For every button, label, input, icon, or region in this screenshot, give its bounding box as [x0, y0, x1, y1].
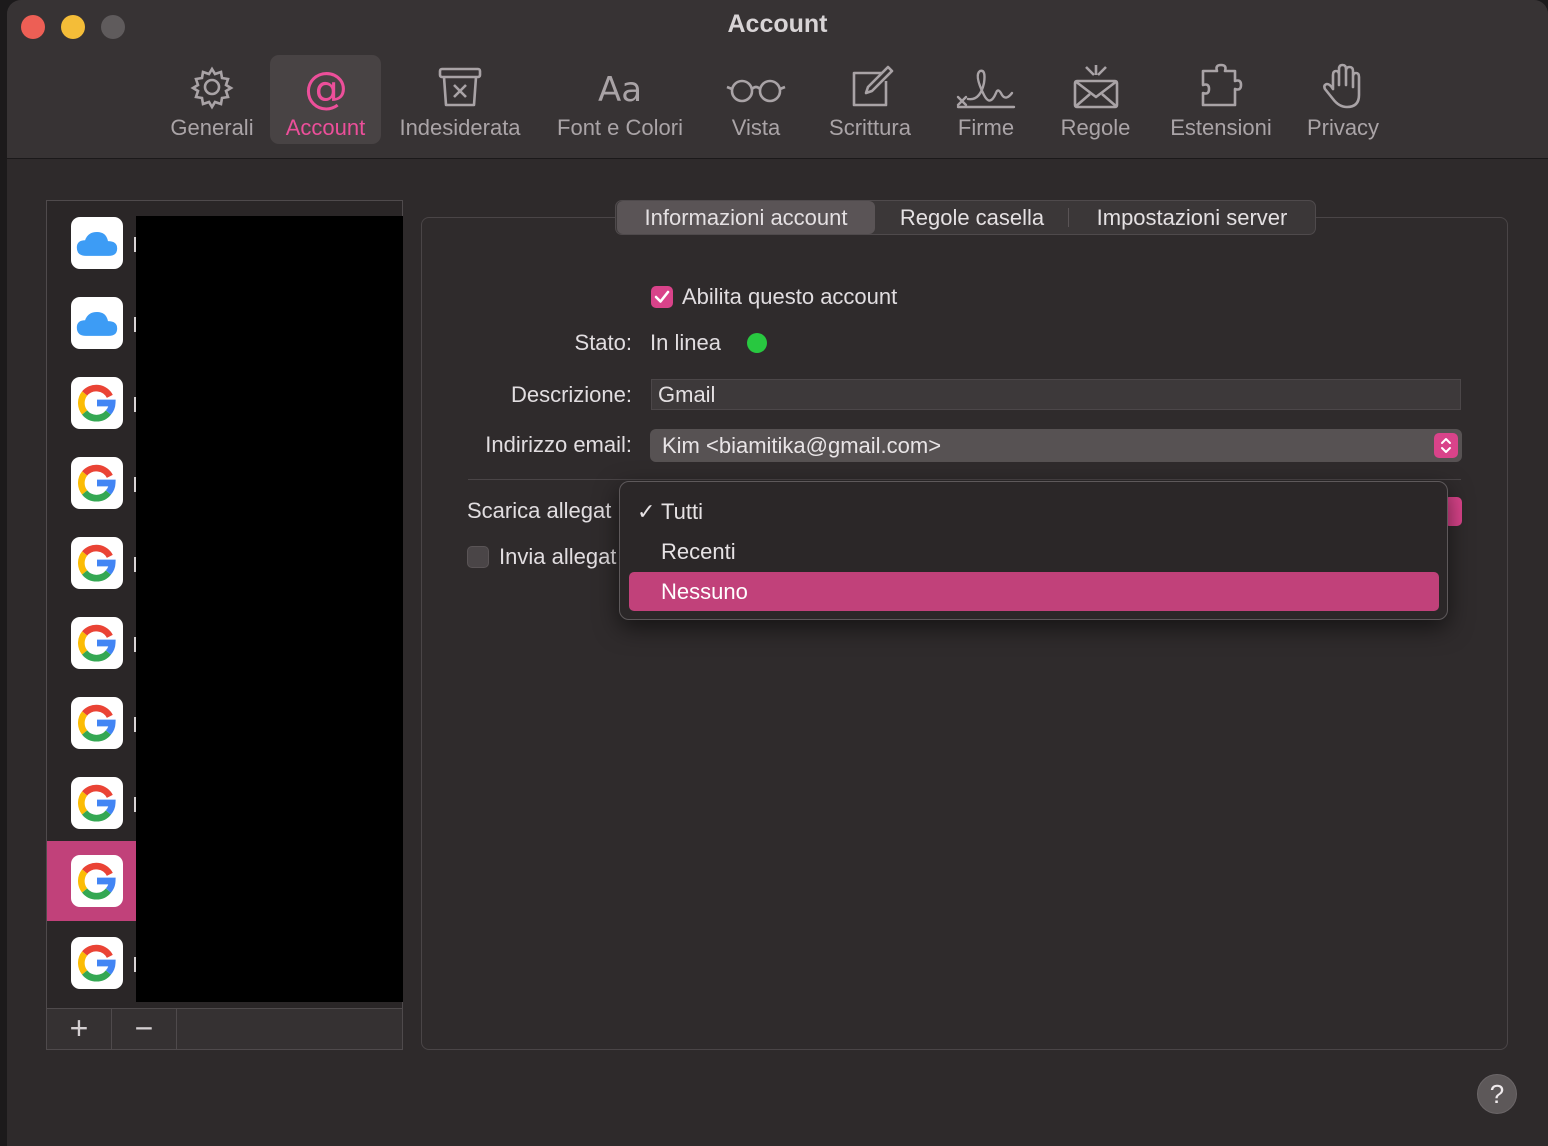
- toolbar-item-firme[interactable]: Firme: [946, 55, 1026, 144]
- toolbar: Account Generali @ Account Indesiderata …: [7, 0, 1548, 159]
- toolbar-item-estensioni[interactable]: Estensioni: [1161, 55, 1281, 144]
- add-account-button[interactable]: +: [47, 1009, 112, 1049]
- toolbar-item-generali[interactable]: Generali: [162, 55, 262, 144]
- compose-pencil-icon: [852, 65, 894, 107]
- envelope-rules-icon: [1073, 65, 1118, 109]
- icloud-icon: [71, 297, 123, 349]
- google-icon: [71, 697, 123, 749]
- updown-arrows-icon: [1434, 433, 1458, 458]
- remove-account-button[interactable]: −: [112, 1009, 177, 1049]
- junk-bin-icon: [438, 67, 482, 107]
- toolbar-label: Account: [285, 115, 366, 140]
- toolbar-label: Vista: [731, 115, 781, 140]
- toolbar-label: Indesiderata: [399, 115, 521, 140]
- toolbar-item-account[interactable]: @ Account: [270, 55, 381, 144]
- enable-account-checkbox[interactable]: [651, 286, 673, 308]
- settings-tabs: Informazioni account Regole casella Impo…: [615, 200, 1316, 235]
- gear-icon: [190, 66, 234, 110]
- toolbar-item-regole[interactable]: Regole: [1053, 55, 1138, 144]
- toolbar-item-scrittura[interactable]: Scrittura: [821, 55, 919, 144]
- text-aa-icon: Aa: [598, 70, 642, 110]
- email-popup-value: Kim <biamitika@gmail.com>: [662, 433, 942, 458]
- toolbar-label: Privacy: [1306, 115, 1380, 140]
- toolbar-label: Generali: [170, 115, 254, 140]
- email-popup[interactable]: Kim <biamitika@gmail.com>: [650, 429, 1462, 462]
- svg-text:Aa: Aa: [598, 70, 642, 110]
- description-field[interactable]: Gmail: [651, 379, 1461, 410]
- at-sign-icon: @: [304, 63, 348, 111]
- toolbar-item-indesiderata[interactable]: Indesiderata: [393, 55, 527, 144]
- menu-item-label: Recenti: [661, 539, 736, 564]
- tab-regole-casella[interactable]: Regole casella: [878, 201, 1066, 234]
- send-attachments-label: Invia allegat: [499, 544, 617, 569]
- window-title: Account: [727, 10, 828, 38]
- menu-item-tutti[interactable]: ✓ Tutti: [629, 492, 1439, 531]
- help-button[interactable]: ?: [1477, 1074, 1517, 1114]
- hand-icon: [1323, 63, 1361, 109]
- toolbar-label: Firme: [957, 115, 1015, 140]
- toolbar-item-font-colori[interactable]: Aa Font e Colori: [550, 55, 690, 144]
- status-online-icon: [747, 333, 767, 353]
- google-icon: [71, 937, 123, 989]
- redacted-account-names: [136, 216, 403, 1002]
- toolbar-label: Font e Colori: [557, 115, 683, 140]
- menu-item-label: Nessuno: [661, 579, 748, 604]
- toolbar-item-privacy[interactable]: Privacy: [1300, 55, 1386, 144]
- google-icon: [71, 537, 123, 589]
- download-attachments-label: Scarica allegat: [467, 498, 612, 523]
- toolbar-item-vista[interactable]: Vista: [711, 55, 801, 144]
- google-icon: [71, 377, 123, 429]
- send-attachments-checkbox[interactable]: [467, 546, 489, 568]
- status-value: In linea: [650, 330, 721, 355]
- glasses-icon: [726, 79, 786, 103]
- google-icon: [71, 777, 123, 829]
- checkmark-icon: [654, 290, 670, 303]
- menu-item-recenti[interactable]: Recenti: [629, 532, 1439, 571]
- accounts-list-footer: + −: [47, 1008, 402, 1049]
- menu-item-nessuno[interactable]: Nessuno: [629, 572, 1439, 611]
- tab-impostazioni-server[interactable]: Impostazioni server: [1072, 201, 1312, 234]
- enable-account-label: Abilita questo account: [682, 284, 898, 309]
- google-icon: [71, 855, 123, 907]
- svg-text:@: @: [304, 63, 348, 111]
- toolbar-label: Estensioni: [1170, 115, 1272, 140]
- toolbar-label: Regole: [1060, 115, 1131, 140]
- download-attachments-menu: ✓ Tutti Recenti Nessuno: [619, 481, 1448, 620]
- google-icon: [71, 457, 123, 509]
- email-label: Indirizzo email:: [485, 432, 632, 457]
- toolbar-label: Scrittura: [829, 115, 911, 140]
- preferences-window: Account Generali @ Account Indesiderata …: [7, 0, 1548, 1146]
- icloud-icon: [71, 217, 123, 269]
- signature-icon: [956, 69, 1016, 109]
- status-label: Stato:: [574, 330, 632, 355]
- menu-item-label: Tutti: [661, 499, 703, 524]
- tab-divider: [1068, 208, 1069, 227]
- google-icon: [71, 617, 123, 669]
- section-separator: [468, 479, 1461, 480]
- puzzle-piece-icon: [1201, 63, 1243, 107]
- tab-informazioni-account[interactable]: Informazioni account: [617, 201, 875, 234]
- accounts-list[interactable]: + −: [46, 200, 403, 1050]
- description-label: Descrizione:: [510, 382, 632, 407]
- checkmark-icon: ✓: [637, 499, 656, 524]
